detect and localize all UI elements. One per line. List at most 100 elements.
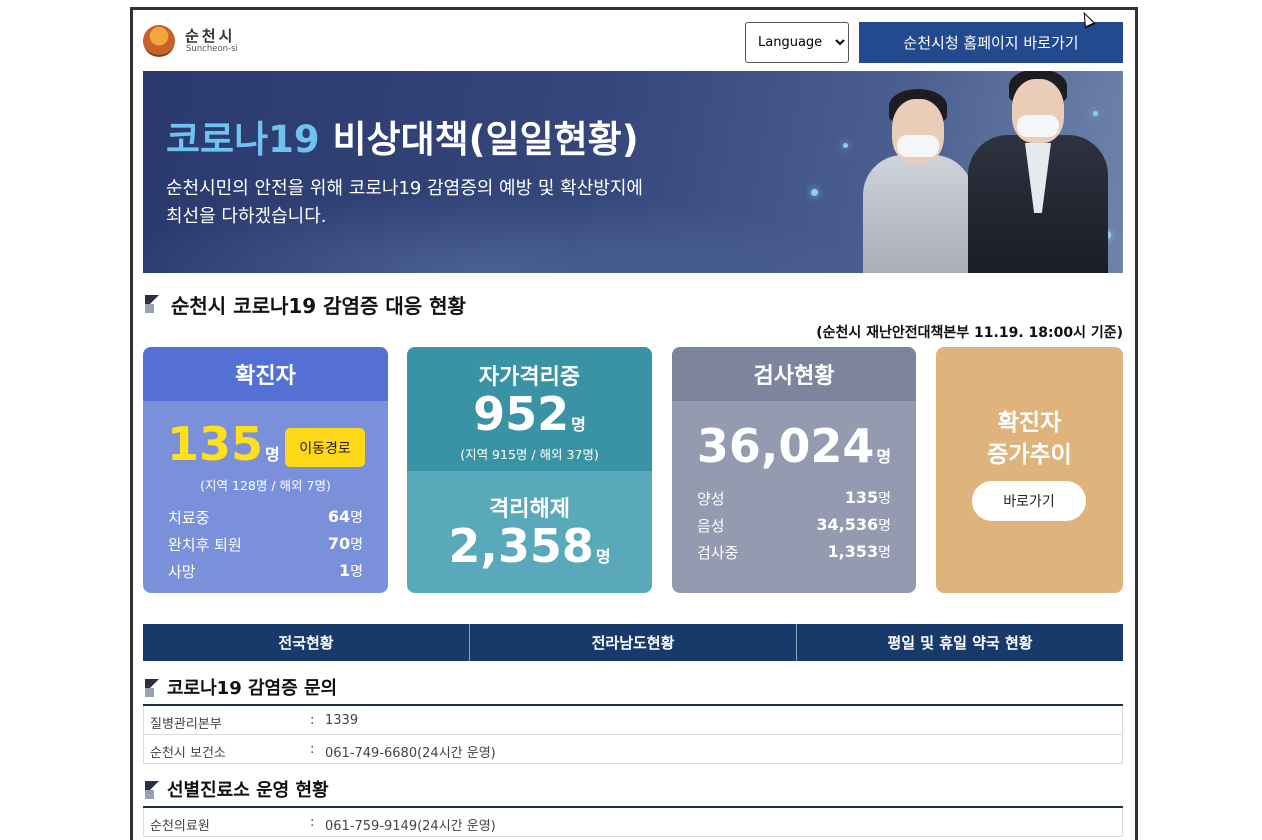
row-key: 순천시 보건소 [150, 746, 226, 761]
tab-pharmacy[interactable]: 평일 및 휴일 약국 현황 [797, 624, 1123, 661]
row-value: 061-759-9149(24시간 운영) [325, 819, 496, 834]
tests-row: 음성 34,536명 [697, 515, 891, 537]
quarantine-card: 자가격리중 952 명 (지역 915명 / 해외 37명) 격리해제 2,358… [407, 347, 652, 593]
row-value: 64명 [328, 507, 363, 527]
row-key: 완치후 퇴원 [168, 536, 242, 554]
row-key: 음성 [697, 517, 725, 535]
row-unit: 명 [878, 491, 891, 507]
status-section-title: 순천시 코로나19 감염증 대응 현황 [171, 294, 466, 318]
row-number: 1 [338, 561, 351, 580]
row-key: 치료중 [168, 509, 210, 527]
network-dot [811, 189, 818, 196]
hero-banner: 코로나19 비상대책(일일현황) 순천시민의 안전을 위해 코로나19 감염증의… [143, 71, 1123, 273]
row-value: 1,353명 [828, 542, 892, 562]
row-unit: 명 [350, 537, 363, 553]
status-basis-time: (순천시 재난안전대책본부 11.19. 18:00시 기준) [816, 325, 1123, 341]
quarantine-count-unit: 명 [571, 415, 586, 434]
quarantine-count: 952 명 [407, 387, 652, 441]
section-marker-icon [145, 679, 163, 697]
row-value: 70명 [328, 534, 363, 554]
row-key: 사망 [168, 563, 196, 581]
table-row: 질병관리본부 : 1339 [143, 706, 1123, 735]
confirmed-card: 확진자 135 명 이동경로 (지역 128명 / 해외 7명) 치료중 64명 … [143, 347, 388, 593]
site-header: 순천시 Suncheon-si Language 순천시청 홈페이지 바로가기 [143, 20, 1123, 65]
tab-national[interactable]: 전국현황 [143, 624, 470, 661]
row-number: 70 [327, 534, 351, 553]
woman-body [863, 155, 973, 273]
tests-card: 검사현황 36,024 명 양성 135명 음성 34,536명 검사중 1,35… [672, 347, 916, 593]
quarantine-count-value: 952 [473, 387, 570, 441]
trend-label-line2: 증가추이 [987, 442, 1072, 468]
confirmed-label: 확진자 [143, 347, 388, 401]
row-number: 64 [327, 507, 351, 526]
row-unit: 명 [878, 545, 891, 561]
row-value: 1명 [339, 561, 363, 581]
trend-card: 확진자 증가추이 바로가기 [936, 347, 1123, 593]
confirmed-count-unit: 명 [265, 445, 280, 464]
banner-people-image [803, 71, 1123, 273]
tests-count-unit: 명 [876, 447, 892, 466]
logo-name: 순천시 [185, 27, 236, 45]
row-separator: : [310, 713, 315, 728]
inquiry-section-title: 코로나19 감염증 문의 [167, 678, 338, 699]
man-figure [968, 71, 1108, 273]
banner-title-highlight: 코로나19 [166, 118, 320, 161]
trend-label: 확진자 증가추이 [936, 407, 1123, 471]
banner-description: 순천시민의 안전을 위해 코로나19 감염증의 예방 및 확산방지에 최선을 다… [166, 175, 766, 231]
network-dot [843, 143, 848, 148]
section-marker-icon [145, 295, 163, 313]
confirmed-count-value: 135 [167, 417, 264, 471]
tests-count: 36,024 명 [672, 419, 916, 473]
banner-desc-line1: 순천시민의 안전을 위해 코로나19 감염증의 예방 및 확산방지에 [166, 178, 643, 199]
suncheon-logo[interactable]: 순천시 Suncheon-si [143, 23, 253, 59]
inquiry-table: 질병관리본부 : 1339 순천시 보건소 : 061-749-6680(24시… [143, 704, 1123, 764]
tests-row: 양성 135명 [697, 488, 891, 510]
confirmed-breakdown: (지역 128명 / 해외 7명) [200, 478, 331, 493]
trend-shortcut-button[interactable]: 바로가기 [972, 481, 1086, 521]
row-unit: 명 [350, 510, 363, 526]
woman-mask [897, 135, 939, 157]
tests-label: 검사현황 [672, 347, 916, 401]
row-key: 질병관리본부 [150, 717, 222, 732]
row-key: 양성 [697, 490, 725, 508]
row-unit: 명 [350, 564, 363, 580]
row-value: 061-749-6680(24시간 운영) [325, 746, 496, 761]
clinic-table: 순천의료원 : 061-759-9149(24시간 운영) [143, 806, 1123, 837]
logo-subtitle: Suncheon-si [186, 44, 238, 54]
row-key: 검사중 [697, 544, 739, 562]
banner-title-rest: 비상대책(일일현황) [319, 118, 639, 161]
city-homepage-button[interactable]: 순천시청 홈페이지 바로가기 [859, 22, 1123, 63]
tab-jeonnam[interactable]: 전라남도현황 [470, 624, 797, 661]
tests-count-value: 36,024 [696, 419, 875, 473]
confirmed-row: 사망 1명 [168, 561, 363, 583]
row-value: 135명 [845, 488, 891, 508]
row-key: 순천의료원 [150, 819, 210, 834]
language-select[interactable]: Language [745, 22, 849, 63]
banner-title: 코로나19 비상대책(일일현황) [166, 109, 639, 163]
row-number: 135 [844, 488, 879, 507]
row-number: 1,353 [827, 542, 879, 561]
table-row: 순천시 보건소 : 061-749-6680(24시간 운영) [143, 735, 1123, 764]
woman-figure [863, 89, 973, 273]
released-count-unit: 명 [595, 547, 611, 566]
confirmed-count: 135 명 [167, 417, 280, 471]
released-count-value: 2,358 [448, 519, 594, 573]
page-frame: 순천시 Suncheon-si Language 순천시청 홈페이지 바로가기 … [130, 7, 1138, 840]
released-count: 2,358 명 [407, 519, 652, 573]
tests-row: 검사중 1,353명 [697, 542, 891, 564]
row-value: 1339 [325, 713, 359, 728]
row-unit: 명 [878, 518, 891, 534]
row-separator: : [310, 742, 315, 757]
row-value: 34,536명 [816, 515, 891, 535]
confirmed-row: 치료중 64명 [168, 507, 363, 529]
confirmed-row: 완치후 퇴원 70명 [168, 534, 363, 556]
movement-route-button[interactable]: 이동경로 [285, 428, 365, 467]
city-emblem-icon [143, 25, 175, 57]
clinic-section-title: 선별진료소 운영 현황 [167, 780, 329, 801]
section-marker-icon [145, 781, 163, 799]
trend-label-line1: 확진자 [997, 410, 1062, 436]
man-mask [1017, 115, 1059, 137]
banner-desc-line2: 최선을 다하겠습니다. [166, 206, 327, 227]
quarantine-breakdown: (지역 915명 / 해외 37명) [460, 447, 599, 462]
status-tabs: 전국현황 전라남도현황 평일 및 휴일 약국 현황 [143, 624, 1123, 661]
